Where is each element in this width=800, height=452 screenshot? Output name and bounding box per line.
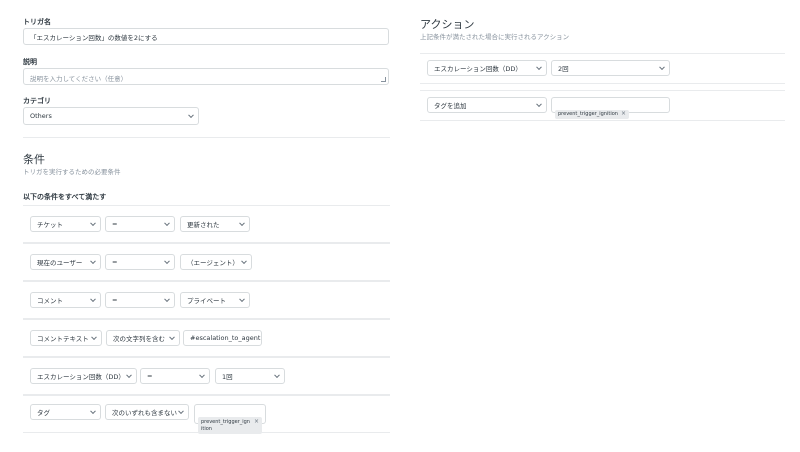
condition-tag-input[interactable]: prevent_trigger_ignition × (194, 404, 266, 434)
condition-field-value: コメントテキスト (37, 335, 89, 343)
condition-value: #escalation_to_agent (190, 334, 261, 342)
condition-value: 1回 (222, 373, 233, 381)
chevron-down-icon (241, 258, 247, 265)
chevron-down-icon (659, 64, 665, 71)
trigger-name-value: 「エスカレーション回数」の数値を2にする (30, 33, 158, 42)
conditions-subtitle: トリガを実行するための必要条件 (23, 168, 121, 176)
condition-field-select[interactable]: コメントテキスト (30, 330, 102, 346)
chevron-down-icon (126, 372, 132, 379)
category-value: Others (30, 112, 52, 120)
actions-title: アクション (420, 18, 475, 31)
chevron-down-icon (239, 296, 245, 303)
condition-field-value: コメント (37, 297, 63, 305)
condition-value-select[interactable]: 1回 (215, 368, 285, 384)
chevron-down-icon (536, 64, 542, 71)
condition-operator-select[interactable]: = (140, 368, 210, 384)
condition-operator-select[interactable]: 次のいずれも含まない (105, 404, 189, 420)
chevron-down-icon (199, 372, 205, 379)
condition-field-select[interactable]: 現在のユーザー (30, 254, 101, 270)
action-field-value: タグを追加 (434, 102, 467, 110)
actions-subtitle: 上記条件が満たされた場合に実行されるアクション (420, 33, 570, 41)
conditions-title: 条件 (23, 153, 45, 166)
all-conditions-label: 以下の条件をすべて満たす (23, 193, 107, 201)
action-value-select[interactable]: 2回 (551, 60, 670, 76)
tag-chip: prevent_trigger_ignition × (198, 417, 262, 434)
condition-field-value: エスカレーション回数（DD） (37, 373, 125, 381)
condition-operator-select[interactable]: = (105, 254, 175, 270)
action-tag-input[interactable]: prevent_trigger_ignition × (551, 97, 670, 119)
condition-value-select[interactable]: 更新された (180, 216, 250, 232)
condition-operator-value: 次のいずれも含まない (112, 409, 177, 417)
description-label: 説明 (23, 58, 37, 66)
condition-value: 更新された (187, 221, 220, 229)
condition-field-select[interactable]: コメント (30, 292, 101, 308)
condition-operator-value: = (147, 372, 153, 380)
description-placeholder: 説明を入力してください（任意） (30, 75, 128, 83)
condition-field-select[interactable]: タグ (30, 404, 101, 420)
category-select[interactable]: Others (23, 107, 199, 125)
chevron-down-icon (164, 258, 170, 265)
tag-label: prevent_trigger_ignition (558, 111, 618, 117)
resize-handle-icon[interactable] (381, 77, 386, 82)
action-value: 2回 (558, 65, 569, 73)
section-divider (23, 137, 390, 138)
action-field-value: エスカレーション回数（DD） (434, 65, 522, 73)
chevron-down-icon (169, 334, 175, 341)
condition-field-select[interactable]: チケット (30, 216, 101, 232)
condition-value-select[interactable]: プライベート (180, 292, 250, 308)
action-field-select[interactable]: エスカレーション回数（DD） (427, 60, 547, 76)
description-textarea[interactable]: 説明を入力してください（任意） (23, 68, 389, 85)
chevron-down-icon (164, 296, 170, 303)
chevron-down-icon (90, 220, 96, 227)
trigger-name-input[interactable]: 「エスカレーション回数」の数値を2にする (23, 28, 389, 45)
condition-value: （エージェント） (187, 259, 239, 267)
condition-operator-select[interactable]: 次の文字列を含む (106, 330, 180, 346)
close-icon[interactable]: × (621, 111, 626, 117)
condition-value: プライベート (187, 297, 226, 305)
condition-field-select[interactable]: エスカレーション回数（DD） (30, 368, 137, 384)
chevron-down-icon (90, 258, 96, 265)
chevron-down-icon (91, 334, 97, 341)
condition-value-select[interactable]: （エージェント） (180, 254, 252, 270)
condition-field-value: タグ (37, 409, 50, 417)
chevron-down-icon (90, 296, 96, 303)
action-field-select[interactable]: タグを追加 (427, 97, 547, 113)
chevron-down-icon (164, 220, 170, 227)
condition-operator-value: = (112, 296, 118, 304)
chevron-down-icon (274, 372, 280, 379)
tag-chip: prevent_trigger_ignition × (555, 110, 629, 119)
condition-operator-value: 次の文字列を含む (113, 335, 165, 343)
condition-operator-select[interactable]: = (105, 216, 175, 232)
condition-operator-value: = (112, 220, 118, 228)
tag-label: prevent_trigger_ignition (201, 419, 250, 432)
trigger-name-label: トリガ名 (23, 18, 51, 26)
condition-operator-select[interactable]: = (105, 292, 175, 308)
chevron-down-icon (90, 408, 96, 415)
chevron-down-icon (188, 112, 194, 119)
chevron-down-icon (178, 408, 184, 415)
condition-text-input[interactable]: #escalation_to_agent (183, 330, 262, 346)
condition-field-value: チケット (37, 221, 63, 229)
condition-field-value: 現在のユーザー (37, 259, 83, 267)
chevron-down-icon (239, 220, 245, 227)
category-label: カテゴリ (23, 97, 51, 105)
close-icon[interactable]: × (254, 419, 259, 425)
chevron-down-icon (536, 101, 542, 108)
condition-operator-value: = (112, 258, 118, 266)
